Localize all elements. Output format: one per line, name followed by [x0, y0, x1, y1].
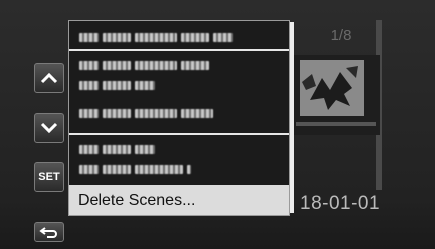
page-counter: 1/8 — [330, 27, 352, 44]
menu-panel: Delete Scenes... — [68, 20, 290, 216]
chevron-up-icon — [40, 72, 58, 84]
blurred-label — [79, 33, 233, 43]
thumbnail-date: 18-01-01 — [300, 193, 381, 214]
leaves-thumbnail-icon — [300, 60, 364, 116]
menu-item-delete-scenes[interactable]: Delete Scenes... — [69, 185, 289, 215]
blurred-label — [79, 81, 155, 91]
thumbnail-image[interactable] — [300, 60, 364, 116]
return-icon — [39, 227, 57, 238]
scroll-down-button[interactable] — [34, 113, 64, 143]
menu-scrollbar[interactable] — [290, 22, 294, 213]
menu-item-2[interactable] — [69, 57, 289, 99]
set-label: SET — [38, 171, 60, 183]
chevron-down-icon — [40, 122, 58, 134]
menu-item-3[interactable] — [69, 107, 289, 123]
thumbnail-bar — [296, 122, 376, 126]
blurred-label — [79, 165, 191, 175]
scroll-up-button[interactable] — [34, 63, 64, 93]
menu-separator — [69, 49, 289, 51]
camera-screen: 1/8 18-01-01 SET Delete Scenes... — [0, 0, 435, 249]
menu-separator — [69, 133, 289, 135]
return-button[interactable] — [34, 222, 64, 242]
blurred-label — [79, 61, 209, 71]
blurred-label — [79, 145, 155, 155]
menu-item-1[interactable] — [69, 31, 289, 47]
blurred-label — [79, 109, 213, 119]
delete-scenes-label: Delete Scenes... — [78, 192, 196, 209]
set-button[interactable]: SET — [34, 162, 64, 192]
menu-item-4[interactable] — [69, 141, 289, 183]
